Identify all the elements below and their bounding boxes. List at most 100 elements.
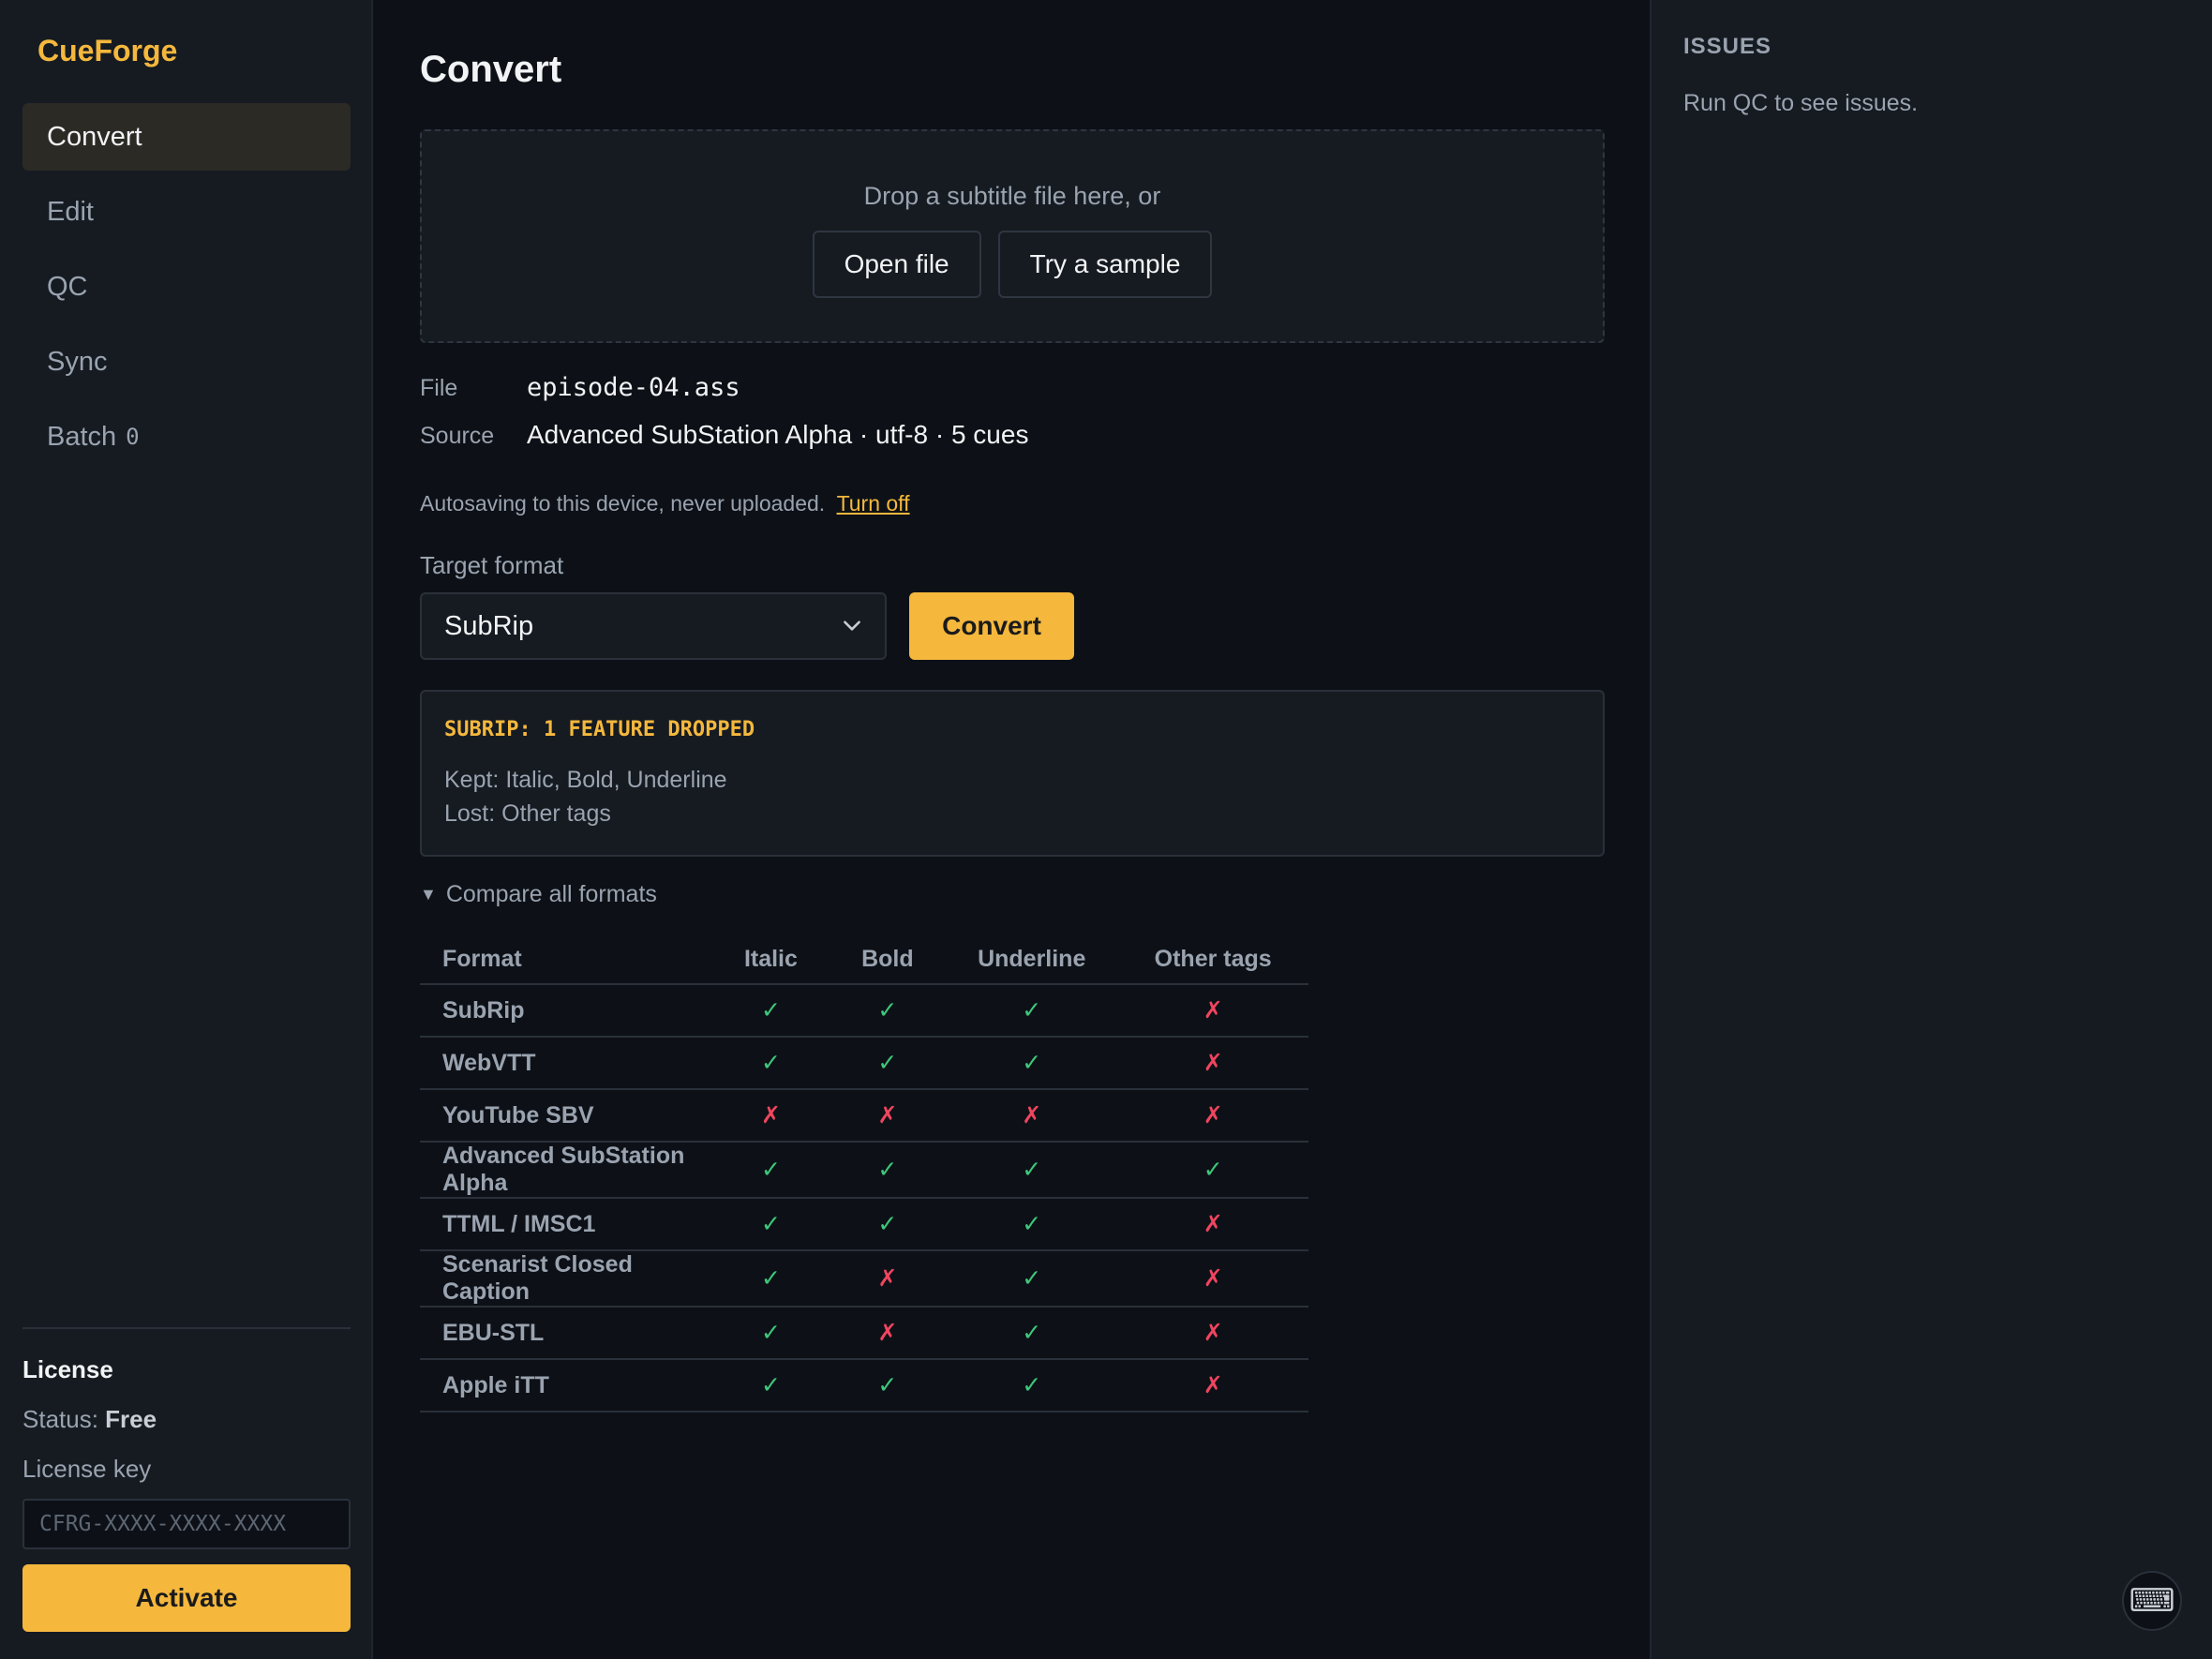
supported-check-icon: ✓ (829, 1037, 947, 1090)
unsupported-cross-icon: ✗ (1117, 1089, 1308, 1143)
unsupported-cross-icon: ✗ (829, 1250, 947, 1308)
sidebar: CueForge Convert Edit QC Sync Batch 0 Li… (0, 0, 373, 1659)
license-key-input[interactable] (22, 1499, 351, 1549)
license-key-label: License key (22, 1455, 152, 1483)
column-header: Other tags (1117, 935, 1308, 985)
supported-check-icon: ✓ (712, 1250, 830, 1308)
unsupported-cross-icon: ✗ (1117, 984, 1308, 1038)
unsupported-cross-icon: ✗ (712, 1089, 830, 1143)
file-name: episode-04.ass (527, 373, 740, 402)
conversion-report: SUBRIP: 1 FEATURE DROPPED Kept: Italic, … (420, 690, 1605, 857)
try-sample-button[interactable]: Try a sample (997, 231, 1213, 298)
unsupported-cross-icon: ✗ (829, 1089, 947, 1143)
supported-check-icon: ✓ (946, 1307, 1118, 1360)
divider (22, 1327, 351, 1329)
dropzone-text: Drop a subtitle file here, or (863, 182, 1161, 210)
batch-count-badge: 0 (126, 424, 140, 450)
format-name-cell: WebVTT (420, 1037, 713, 1090)
compare-formats-toggle[interactable]: ▼ Compare all formats (420, 881, 657, 908)
file-row: File episode-04.ass (420, 373, 1028, 407)
table-row: Scenarist Closed Caption ✓ ✗ ✓ ✗ (420, 1250, 1308, 1308)
unsupported-cross-icon: ✗ (1117, 1250, 1308, 1308)
supported-check-icon: ✓ (946, 1142, 1118, 1199)
keyboard-shortcuts-button[interactable]: ⌨ (2122, 1571, 2182, 1631)
sidebar-item-label: Edit (47, 196, 94, 227)
license-status-value: Free (105, 1405, 157, 1433)
sidebar-item-label: Batch (47, 421, 117, 452)
unsupported-cross-icon: ✗ (946, 1089, 1118, 1143)
supported-check-icon: ✓ (1117, 1142, 1308, 1199)
table-header-row: Format Italic Bold Underline Other tags (420, 935, 1308, 985)
column-header: Format (420, 935, 713, 985)
license-status: Status: Free (22, 1405, 351, 1434)
activate-button[interactable]: Activate (22, 1564, 351, 1632)
sidebar-item-convert[interactable]: Convert (22, 103, 351, 171)
supported-check-icon: ✓ (829, 1359, 947, 1412)
chevron-down-icon (844, 620, 860, 631)
target-format-value: SubRip (444, 610, 534, 641)
license-title: License (22, 1355, 113, 1383)
supported-check-icon: ✓ (712, 1359, 830, 1412)
supported-check-icon: ✓ (946, 1037, 1118, 1090)
source-value: Advanced SubStation Alpha · utf-8 · 5 cu… (527, 420, 1029, 449)
sidebar-item-batch[interactable]: Batch 0 (22, 403, 351, 471)
supported-check-icon: ✓ (712, 1037, 830, 1090)
unsupported-cross-icon: ✗ (1117, 1307, 1308, 1360)
table-row: Apple iTT ✓ ✓ ✓ ✗ (420, 1359, 1308, 1412)
unsupported-cross-icon: ✗ (1117, 1359, 1308, 1412)
unsupported-cross-icon: ✗ (1117, 1037, 1308, 1090)
format-comparison-table: Format Italic Bold Underline Other tags … (420, 935, 1308, 1412)
issues-title: ISSUES (1683, 34, 1772, 59)
license-status-label: Status: (22, 1405, 98, 1433)
page-title: Convert (420, 49, 562, 90)
sidebar-nav: Convert Edit QC Sync Batch 0 (22, 103, 351, 478)
issues-empty-text: Run QC to see issues. (1683, 90, 1919, 116)
turn-off-autosave-link[interactable]: Turn off (837, 491, 910, 516)
brand-logo[interactable]: CueForge (37, 34, 177, 68)
sidebar-item-edit[interactable]: Edit (22, 178, 351, 246)
table-row: WebVTT ✓ ✓ ✓ ✗ (420, 1037, 1308, 1090)
source-label: Source (420, 423, 495, 449)
format-name-cell: Apple iTT (420, 1359, 713, 1412)
issues-panel: ISSUES Run QC to see issues. (1650, 0, 2212, 1659)
report-kept: Kept: Italic, Bold, Underline (444, 767, 727, 793)
source-row: Source Advanced SubStation Alpha · utf-8… (420, 420, 1028, 454)
license-panel: License Status: Free License key Activat… (22, 1327, 351, 1632)
report-title: SUBRIP: 1 FEATURE DROPPED (444, 718, 755, 741)
compare-formats-label: Compare all formats (445, 881, 657, 907)
sidebar-item-qc[interactable]: QC (22, 253, 351, 321)
column-header: Italic (712, 935, 830, 985)
dropzone-buttons: Open file Try a sample (422, 231, 1603, 298)
table-row: Advanced SubStation Alpha ✓ ✓ ✓ ✓ (420, 1142, 1308, 1199)
table-row: EBU-STL ✓ ✗ ✓ ✗ (420, 1307, 1308, 1360)
supported-check-icon: ✓ (946, 1359, 1118, 1412)
table-body: SubRip ✓ ✓ ✓ ✗ WebVTT ✓ ✓ ✓ ✗ YouTube SBV ✗ ✗ ✗ ✗ Advan… (420, 984, 1308, 1412)
unsupported-cross-icon: ✗ (1117, 1198, 1308, 1251)
format-name-cell: Scenarist Closed Caption (420, 1250, 713, 1308)
file-dropzone[interactable]: Drop a subtitle file here, or Open file … (420, 129, 1605, 343)
keyboard-icon: ⌨ (2129, 1583, 2175, 1619)
supported-check-icon: ✓ (712, 1307, 830, 1360)
table-row: TTML / IMSC1 ✓ ✓ ✓ ✗ (420, 1198, 1308, 1251)
sidebar-item-label: Convert (47, 121, 142, 152)
supported-check-icon: ✓ (946, 1250, 1118, 1308)
file-meta: File episode-04.ass Source Advanced SubS… (420, 373, 1028, 467)
unsupported-cross-icon: ✗ (829, 1307, 947, 1360)
format-name-cell: Advanced SubStation Alpha (420, 1142, 713, 1199)
autosave-notice: Autosaving to this device, never uploade… (420, 491, 910, 516)
format-name-cell: EBU-STL (420, 1307, 713, 1360)
convert-button[interactable]: Convert (909, 592, 1074, 660)
supported-check-icon: ✓ (946, 1198, 1118, 1251)
format-name-cell: YouTube SBV (420, 1089, 713, 1143)
supported-check-icon: ✓ (712, 1198, 830, 1251)
open-file-button[interactable]: Open file (812, 231, 981, 298)
sidebar-item-label: Sync (47, 346, 108, 377)
column-header: Underline (946, 935, 1118, 985)
column-header: Bold (829, 935, 947, 985)
autosave-text: Autosaving to this device, never uploade… (420, 491, 826, 516)
sidebar-item-sync[interactable]: Sync (22, 328, 351, 396)
report-lost: Lost: Other tags (444, 800, 611, 827)
target-format-select[interactable]: SubRip (420, 592, 887, 660)
supported-check-icon: ✓ (712, 984, 830, 1038)
main-content: Convert Drop a subtitle file here, or Op… (375, 0, 1650, 1659)
